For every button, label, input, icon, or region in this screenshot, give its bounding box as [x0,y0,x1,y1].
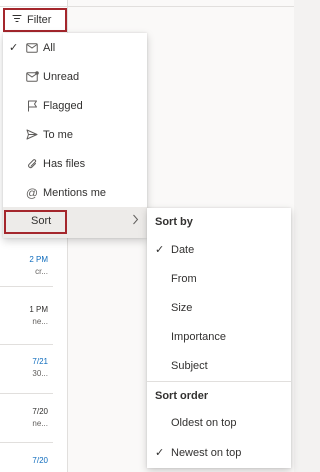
filter-button[interactable]: Filter [3,8,67,32]
checkmark-icon: ✓ [9,42,19,54]
menu-item-label: Unread [43,70,80,83]
menu-item-has-files[interactable]: Has files [3,149,147,178]
top-divider [0,6,294,7]
menu-item-mentions-me[interactable]: @ Mentions me [3,178,147,207]
flag-icon [21,100,43,112]
menu-item-label: Mentions me [43,186,106,199]
list-item-time: 1 PM [29,305,48,314]
menu-item-label: Has files [43,157,86,170]
menu-item-label: Flagged [43,99,83,112]
send-arrow-icon [21,129,43,140]
filter-button-label: Filter [27,14,52,26]
filter-lines-icon [12,14,22,26]
sort-option-label: Importance [171,330,227,343]
sort-option-subject[interactable]: Subject [147,351,291,380]
menu-item-sort[interactable]: Sort [3,207,147,238]
sort-option-oldest-on-top[interactable]: Oldest on top [147,408,291,437]
sort-option-label: Newest on top [171,446,242,459]
menu-item-label: To me [43,128,73,141]
sort-option-newest-on-top[interactable]: ✓ Newest on top [147,438,291,467]
list-divider [0,442,53,443]
list-item-time: 7/20 [32,456,48,465]
sort-option-label: Oldest on top [171,416,237,429]
menu-item-label: All [43,41,56,54]
paperclip-icon [21,158,43,170]
list-divider [0,344,53,345]
sort-option-label: Subject [171,359,208,372]
menu-item-flagged[interactable]: Flagged [3,91,147,120]
sort-order-header: Sort order [155,390,209,402]
menu-item-label: Sort [31,215,52,227]
list-item-preview: ne... [32,419,48,428]
list-item[interactable]: 1 PM ne... [0,304,52,328]
list-item-time: 7/20 [32,407,48,416]
checkmark-icon: ✓ [155,244,165,256]
sort-option-label: From [171,272,197,285]
menu-divider [147,381,291,382]
sort-option-from[interactable]: From [147,264,291,293]
list-item-time: 2 PM [29,255,48,264]
list-item[interactable]: 7/20 ne... [0,406,52,430]
sort-option-date[interactable]: ✓ Date [147,235,291,264]
list-divider [0,286,53,287]
menu-item-to-me[interactable]: To me [3,120,147,149]
sort-option-label: Size [171,301,193,314]
list-divider [0,393,53,394]
filter-menu: ✓ All Unread Flagged To me Has files @ M… [3,33,147,238]
sort-option-importance[interactable]: Importance [147,322,291,351]
list-item-preview: 30... [32,369,48,378]
envelope-icon [21,42,43,53]
menu-item-all[interactable]: ✓ All [3,33,147,62]
checkmark-icon: ✓ [155,447,165,459]
list-item-preview: cr... [35,267,48,276]
sort-by-header: Sort by [155,216,193,228]
list-item[interactable]: 7/21 30... [0,356,52,380]
list-item[interactable]: 2 PM cr... [0,254,52,278]
sort-option-size[interactable]: Size [147,293,291,322]
at-icon: @ [25,185,39,200]
sort-submenu: Sort by ✓ Date From Size Importance Subj… [147,208,291,468]
list-item[interactable]: 7/20 [0,455,52,467]
unread-envelope-icon [21,71,43,82]
list-item-time: 7/21 [32,357,48,366]
chevron-right-icon [132,214,139,228]
menu-item-unread[interactable]: Unread [3,62,147,91]
list-item-preview: ne... [32,317,48,326]
sort-option-label: Date [171,243,195,256]
